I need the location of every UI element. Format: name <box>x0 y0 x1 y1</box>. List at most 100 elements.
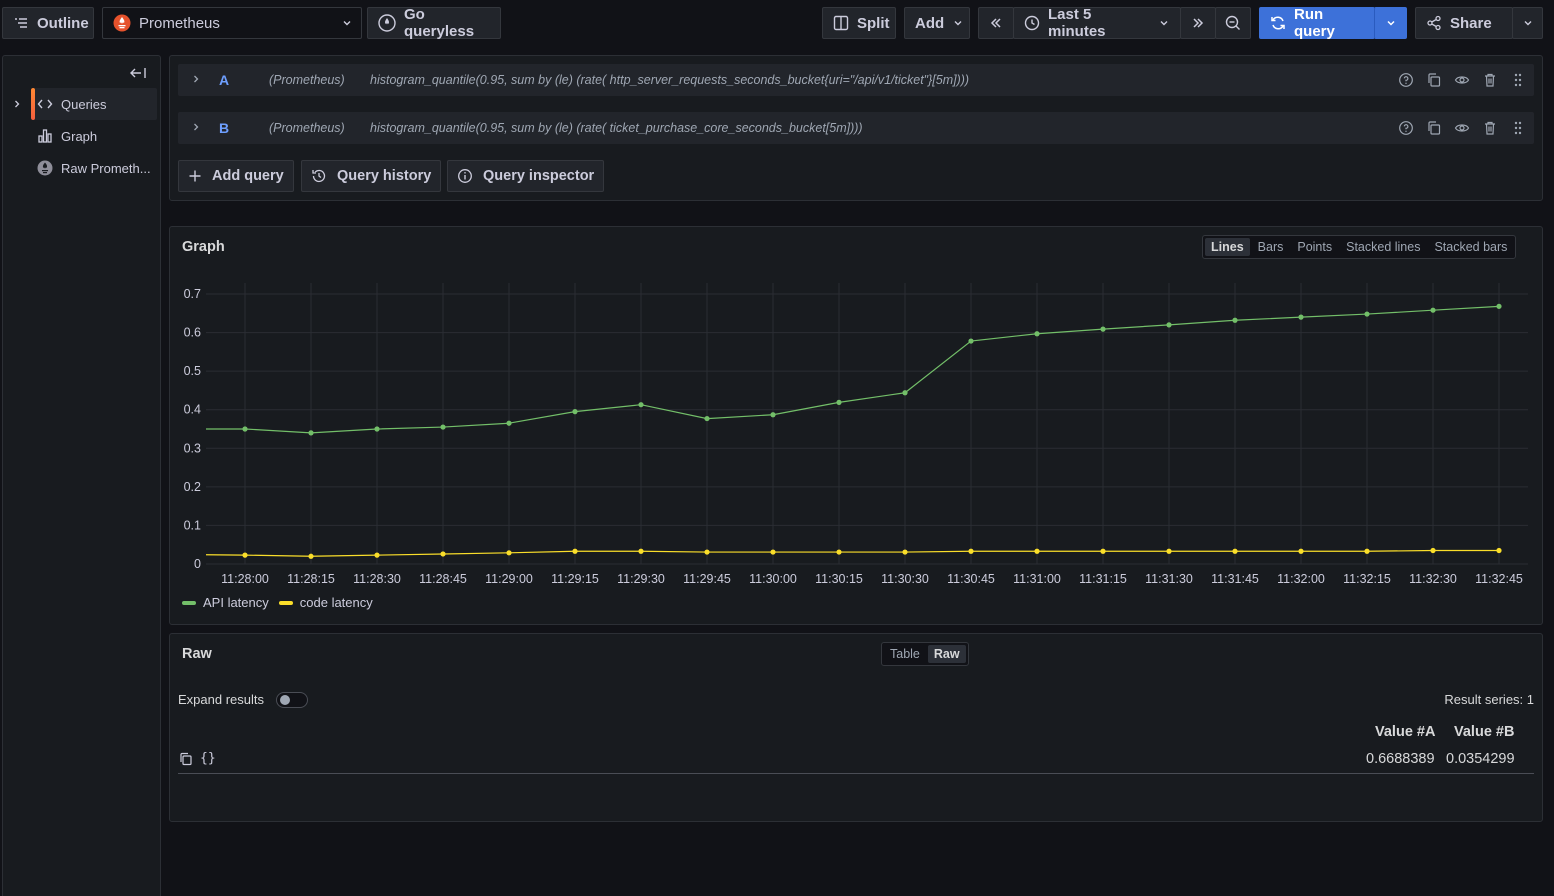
double-chevron-right-icon <box>1193 18 1204 28</box>
chevron-right-icon[interactable] <box>190 121 202 133</box>
data-point <box>308 430 314 436</box>
query-expression[interactable]: histogram_quantile(0.95, sum by (le) (ra… <box>370 73 969 87</box>
chart-grid <box>206 283 1528 565</box>
data-point <box>902 549 908 555</box>
query-name[interactable]: A <box>219 72 229 88</box>
chevron-down-icon <box>1524 21 1531 26</box>
list-icon <box>15 18 27 28</box>
add-button[interactable]: Add <box>904 7 970 39</box>
clock-icon <box>1024 15 1040 31</box>
go-queryless-button[interactable]: Go queryless <box>367 6 501 40</box>
legend-item-code-latency[interactable]: code latency <box>278 595 373 610</box>
data-point <box>1034 331 1040 337</box>
view-table[interactable]: Table <box>884 645 926 663</box>
data-point <box>902 390 908 396</box>
y-tick-label: 0.6 <box>184 326 201 340</box>
query-row-b[interactable]: B (Prometheus) histogram_quantile(0.95, … <box>178 112 1534 144</box>
code-icon <box>37 99 53 109</box>
time-series-chart[interactable]: 00.10.20.30.40.50.60.7 11:28:00 11:28:15 1… <box>170 227 1542 587</box>
x-tick-label: 11:28:00 <box>221 572 269 586</box>
collapse-sidebar-icon[interactable] <box>129 66 147 80</box>
history-icon <box>312 169 326 183</box>
data-point <box>1166 322 1172 328</box>
y-axis: 0 0.1 0.2 0.3 0.4 0.5 0.6 0.7 <box>184 287 201 571</box>
chevron-down-icon <box>1386 20 1395 26</box>
query-expression[interactable]: histogram_quantile(0.95, sum by (le) (ra… <box>370 121 863 135</box>
share-label: Share <box>1450 14 1492 32</box>
x-tick-label: 11:31:00 <box>1013 572 1061 586</box>
value-b: 0.0354299 <box>1446 751 1515 767</box>
query-editor-panel: A (Prometheus) histogram_quantile(0.95, … <box>169 55 1543 201</box>
sidebar-item-graph[interactable]: Graph <box>31 120 157 152</box>
run-query-options-button[interactable] <box>1374 7 1407 39</box>
data-point <box>572 548 578 554</box>
sidebar-item-raw-prometheus[interactable]: Raw Prometh... <box>31 152 157 184</box>
chevron-right-icon[interactable] <box>12 99 22 109</box>
eye-icon[interactable] <box>1454 72 1470 88</box>
x-tick-label: 11:28:15 <box>287 572 335 586</box>
trash-icon[interactable] <box>1482 72 1498 88</box>
sidebar-item-label: Raw Prometh... <box>61 160 151 176</box>
run-query-button[interactable]: Run query <box>1259 6 1375 40</box>
data-point <box>968 548 974 554</box>
data-point <box>1100 326 1106 332</box>
query-inspector-label: Query inspector <box>483 168 595 184</box>
prometheus-icon <box>113 14 131 32</box>
duplicate-icon[interactable] <box>1426 120 1442 136</box>
query-name[interactable]: B <box>219 120 229 136</box>
legend-item-api-latency[interactable]: API latency <box>182 595 269 610</box>
x-tick-label: 11:31:45 <box>1211 572 1259 586</box>
drag-handle-icon[interactable] <box>1510 72 1526 88</box>
x-tick-label: 11:30:45 <box>947 572 995 586</box>
time-forward-button[interactable] <box>1180 7 1216 39</box>
zoom-out-button[interactable] <box>1215 7 1251 39</box>
column-header-value-b: Value #B <box>1454 724 1515 740</box>
outline-button[interactable]: Outline <box>2 7 94 39</box>
expand-results-label: Expand results <box>178 692 264 707</box>
duplicate-icon[interactable] <box>1426 72 1442 88</box>
prometheus-icon <box>37 160 53 176</box>
add-query-button[interactable]: Add query <box>178 160 294 192</box>
data-point <box>374 426 380 432</box>
datasource-picker[interactable]: Prometheus <box>102 7 362 39</box>
sidebar-item-queries[interactable]: Queries <box>31 88 157 120</box>
time-range-label: Last 5 minutes <box>1048 6 1106 40</box>
eye-icon[interactable] <box>1454 120 1470 136</box>
query-row-a[interactable]: A (Prometheus) histogram_quantile(0.95, … <box>178 64 1534 96</box>
data-point <box>308 553 314 559</box>
y-tick-label: 0.3 <box>184 441 201 455</box>
query-datasource: (Prometheus) <box>269 121 345 135</box>
help-icon[interactable] <box>1398 72 1414 88</box>
query-history-button[interactable]: Query history <box>301 160 442 192</box>
copy-icon[interactable] <box>179 752 193 766</box>
time-range-picker[interactable]: Last 5 minutes <box>1013 6 1181 40</box>
data-point <box>1430 547 1436 554</box>
expand-results-toggle[interactable] <box>276 692 308 708</box>
data-point <box>836 549 842 555</box>
sidebar-item-label: Queries <box>61 96 107 112</box>
double-chevron-left-icon <box>990 18 1001 28</box>
queryless-icon <box>378 14 396 32</box>
chevron-right-icon[interactable] <box>190 73 202 85</box>
time-back-button[interactable] <box>978 7 1014 39</box>
trash-icon[interactable] <box>1482 120 1498 136</box>
data-point <box>506 550 512 556</box>
data-point <box>704 549 710 555</box>
refresh-icon <box>1271 16 1285 30</box>
add-label: Add <box>915 14 945 32</box>
x-tick-label: 11:30:30 <box>881 572 929 586</box>
share-button[interactable]: Share <box>1415 7 1513 39</box>
share-options-button[interactable] <box>1512 7 1543 39</box>
help-icon[interactable] <box>1398 120 1414 136</box>
x-tick-label: 11:28:30 <box>353 572 401 586</box>
data-point <box>374 552 380 558</box>
split-button[interactable]: Split <box>822 7 896 39</box>
query-inspector-button[interactable]: Query inspector <box>447 160 605 192</box>
x-tick-label: 11:31:15 <box>1079 572 1127 586</box>
graph-panel: Graph Lines Bars Points Stacked lines St… <box>169 226 1543 625</box>
data-point <box>1034 548 1040 554</box>
run-query-label: Run query <box>1294 6 1335 40</box>
view-raw[interactable]: Raw <box>927 645 966 663</box>
result-series-count: Result series: 1 <box>1444 692 1534 707</box>
drag-handle-icon[interactable] <box>1510 120 1526 136</box>
